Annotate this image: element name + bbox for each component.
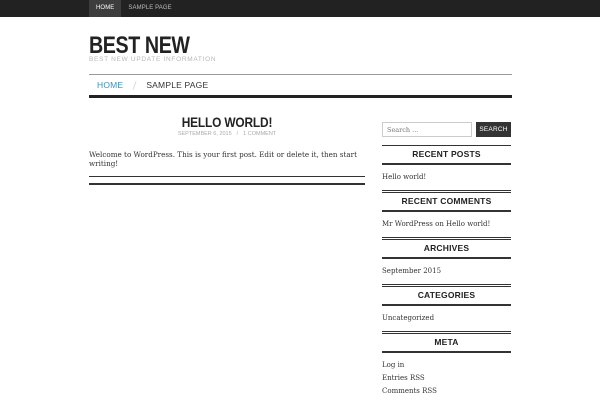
- main-nav-home[interactable]: Home: [89, 80, 131, 90]
- widget-title-recent-comments: Recent Comments: [382, 192, 511, 212]
- post-divider-thick: [89, 183, 365, 185]
- archive-link[interactable]: September 2015: [382, 267, 441, 275]
- recent-post-link[interactable]: Hello world!: [382, 173, 426, 181]
- post-divider: [89, 176, 365, 177]
- meta-entries-rss-link[interactable]: Entries RSS: [382, 374, 425, 382]
- search-input[interactable]: [382, 122, 472, 137]
- post-content: Welcome to WordPress. This is your first…: [89, 150, 357, 168]
- nav-separator: [132, 80, 137, 90]
- widget-divider: [382, 237, 511, 238]
- post-comments-link[interactable]: 1 Comment: [243, 131, 276, 137]
- top-nav-sample-page[interactable]: Sample Page: [121, 0, 178, 17]
- search-button[interactable]: Search: [476, 122, 511, 137]
- widget-title-meta: Meta: [382, 333, 511, 353]
- meta-comments-rss-link[interactable]: Comments RSS: [382, 387, 437, 395]
- recent-comment-link[interactable]: Mr WordPress on Hello world!: [382, 220, 490, 228]
- main-nav-sample-page[interactable]: Sample Page: [138, 80, 216, 90]
- widget-title-archives: Archives: [382, 239, 511, 259]
- main-navigation: Home Sample Page: [89, 74, 512, 98]
- widget-title-categories: Categories: [382, 286, 511, 306]
- widget-divider: [382, 190, 511, 191]
- meta-login-link[interactable]: Log in: [382, 361, 404, 369]
- post-date[interactable]: September 6, 2015: [178, 131, 232, 137]
- widget-divider: [382, 331, 511, 332]
- site-description: Best New Update Information: [89, 56, 217, 63]
- widget-title-recent-posts: Recent Posts: [382, 145, 511, 165]
- meta-separator: /: [236, 131, 239, 137]
- widget-divider: [382, 284, 511, 285]
- top-navigation: Home Sample Page: [89, 0, 179, 17]
- post-title[interactable]: Hello world!: [110, 114, 345, 130]
- post-meta: September 6, 2015 / 1 Comment: [89, 131, 365, 137]
- category-link[interactable]: Uncategorized: [382, 314, 434, 322]
- top-nav-home[interactable]: Home: [89, 0, 122, 17]
